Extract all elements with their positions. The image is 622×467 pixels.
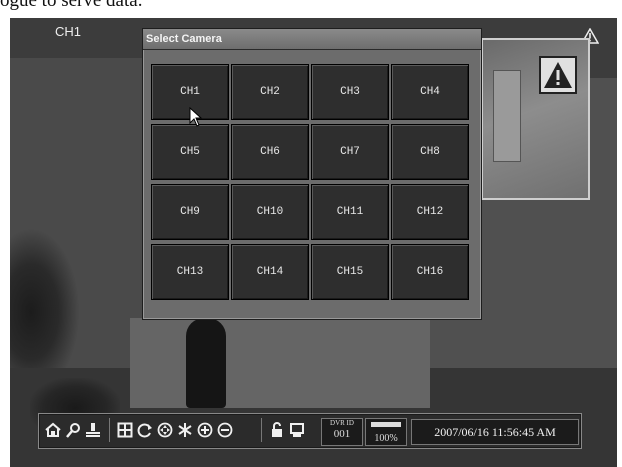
split-screen-icon[interactable] [115,419,135,441]
camera-button-ch9[interactable]: CH9 [151,184,229,240]
camera-grid: CH1 CH2 CH3 CH4 CH5 CH6 CH7 CH8 CH9 CH10… [151,64,471,300]
ptz-icon[interactable] [155,419,175,441]
lock-icon[interactable] [267,419,287,441]
monitor-icon[interactable] [287,419,307,441]
camera-button-ch14[interactable]: CH14 [231,244,309,300]
camera-button-ch11[interactable]: CH11 [311,184,389,240]
camera-button-ch2[interactable]: CH2 [231,64,309,120]
camera-feed-screen: CH1 Select Camera CH1 CH2 CH3 CH4 CH5 CH… [10,18,617,467]
home-icon[interactable] [43,419,63,441]
person-icon[interactable] [83,419,103,441]
page-caption: ogue to serve data. [0,0,143,11]
dvr-id-value: 001 [333,428,351,440]
camera-button-ch13[interactable]: CH13 [151,244,229,300]
datetime-display: 2007/06/16 11:56:45 AM [411,419,579,445]
dvr-id-display: DVR ID 001 [321,418,363,446]
search-icon[interactable] [63,419,83,441]
hdd-usage-value: 100% [374,433,398,444]
warning-sign-icon [539,56,577,94]
camera-button-ch3[interactable]: CH3 [311,64,389,120]
zoom-out-icon[interactable] [215,419,235,441]
hdd-usage-display: 100% [365,418,407,446]
refresh-icon[interactable] [135,419,155,441]
camera-button-ch16[interactable]: CH16 [391,244,469,300]
camera-preview-thumbnail[interactable] [481,38,590,200]
mouse-cursor-icon [189,106,203,127]
freeze-icon[interactable] [175,419,195,441]
camera-button-ch7[interactable]: CH7 [311,124,389,180]
camera-button-ch10[interactable]: CH10 [231,184,309,240]
camera-button-ch6[interactable]: CH6 [231,124,309,180]
dvr-id-label: DVR ID [330,419,354,427]
channel-label: CH1 [55,24,82,39]
camera-button-ch15[interactable]: CH15 [311,244,389,300]
select-camera-dialog: Select Camera CH1 CH2 CH3 CH4 CH5 CH6 CH… [142,28,482,320]
camera-button-ch4[interactable]: CH4 [391,64,469,120]
camera-button-ch5[interactable]: CH5 [151,124,229,180]
hdd-usage-bar [371,422,401,427]
person-figure [186,318,226,408]
dialog-title: Select Camera [143,29,481,50]
dvr-toolbar: DVR ID 001 100% 2007/06/16 11:56:45 AM [38,413,582,449]
zoom-in-icon[interactable] [195,419,215,441]
camera-button-ch8[interactable]: CH8 [391,124,469,180]
camera-button-ch12[interactable]: CH12 [391,184,469,240]
